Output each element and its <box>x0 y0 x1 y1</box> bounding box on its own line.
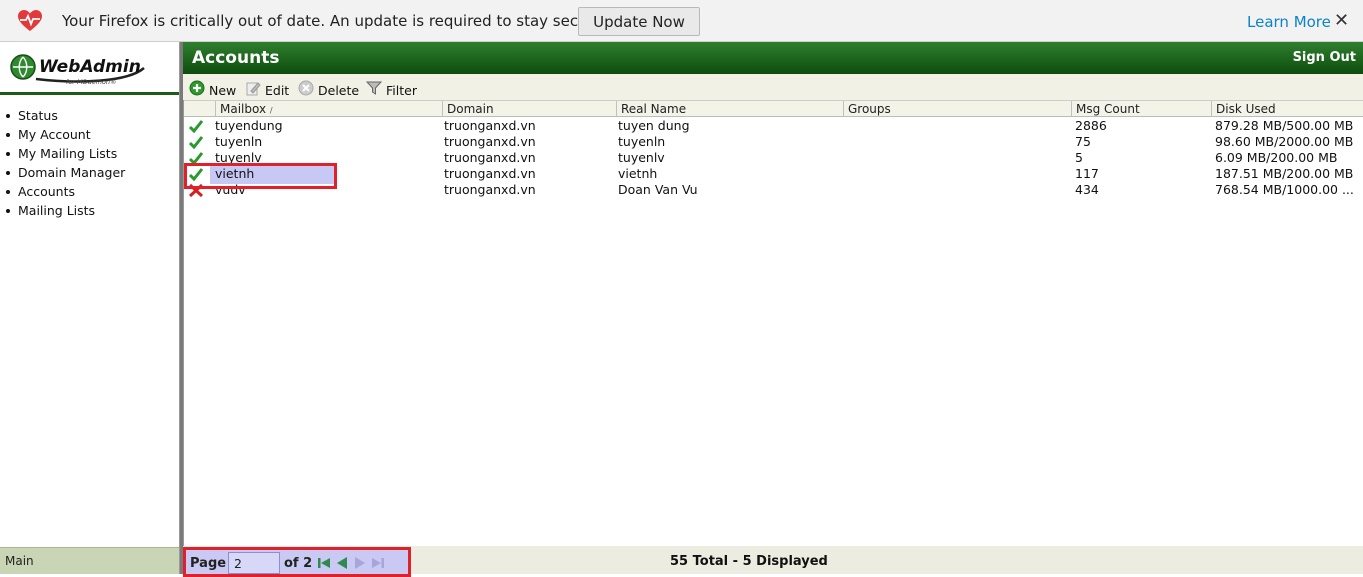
sidebar-item-my-mailing-lists[interactable]: My Mailing Lists <box>6 144 125 163</box>
edit-button[interactable]: Edit <box>245 80 290 98</box>
enabled-check-icon <box>188 120 204 134</box>
sort-asc-icon: / <box>269 106 273 115</box>
next-page-icon[interactable] <box>353 556 367 570</box>
grid-header: Mailbox / Domain Real Name Groups Msg Co… <box>184 100 1363 117</box>
cell-real-name: tuyenln <box>618 134 666 149</box>
table-row-selected[interactable]: vietnh truonganxd.vn vietnh 117 187.51 M… <box>184 166 1363 184</box>
webadmin-logo: WebAdmin for MDaemon® <box>10 54 145 86</box>
notification-message: Your Firefox is critically out of date. … <box>62 12 608 30</box>
bullet-icon <box>6 151 10 156</box>
cell-msg-count: 5 <box>1075 150 1083 165</box>
table-row[interactable]: vudv truonganxd.vn Doan Van Vu 434 768.5… <box>184 182 1363 198</box>
heart-pulse-icon <box>18 10 42 31</box>
last-page-icon[interactable] <box>371 556 385 570</box>
cell-disk-used: 187.51 MB/200.00 MB <box>1215 166 1354 181</box>
sidebar-item-my-account[interactable]: My Account <box>6 125 125 144</box>
accounts-grid: Mailbox / Domain Real Name Groups Msg Co… <box>183 100 1363 546</box>
new-label: New <box>209 82 237 98</box>
column-header-msg-count[interactable]: Msg Count <box>1072 101 1212 117</box>
main-panel: Accounts Sign Out New Edit Delete Filter… <box>183 42 1363 577</box>
edit-label: Edit <box>265 82 290 98</box>
page-count-label: of 2 <box>284 556 313 571</box>
grid-footer: Page of 2 55 Total - 5 Displayed <box>183 546 1363 577</box>
column-header-groups[interactable]: Groups <box>844 101 1072 117</box>
column-header-disk-used[interactable]: Disk Used <box>1212 101 1363 117</box>
toolbar: New Edit Delete Filter <box>183 74 1363 100</box>
cell-real-name: Doan Van Vu <box>618 182 698 197</box>
learn-more-link[interactable]: Learn More <box>1247 13 1331 31</box>
cell-real-name: vietnh <box>618 166 658 181</box>
table-row[interactable]: tuyendung truonganxd.vn tuyen dung 2886 … <box>184 118 1363 134</box>
edit-icon <box>246 82 261 96</box>
sidebar: WebAdmin for MDaemon® Status My Account … <box>0 42 180 574</box>
cell-disk-used: 6.09 MB/200.00 MB <box>1215 150 1338 165</box>
sidebar-item-status[interactable]: Status <box>6 106 125 125</box>
pagination-control: Page of 2 <box>183 547 411 577</box>
page-label: Page <box>190 556 227 571</box>
cell-real-name: tuyen dung <box>618 118 690 133</box>
annotation-highlight-box <box>184 163 337 189</box>
bullet-icon <box>6 208 10 213</box>
logo-subtext: for MDaemon® <box>66 78 117 86</box>
sidebar-item-label: Accounts <box>18 184 75 199</box>
column-header-real-name[interactable]: Real Name <box>617 101 844 117</box>
page-header: Accounts Sign Out <box>183 42 1363 74</box>
sidebar-item-label: Status <box>18 108 58 123</box>
sign-out-link[interactable]: Sign Out <box>1293 50 1356 65</box>
cell-msg-count: 434 <box>1075 182 1099 197</box>
sidebar-item-mailing-lists[interactable]: Mailing Lists <box>6 201 125 220</box>
cell-domain: truonganxd.vn <box>444 166 536 181</box>
update-now-button[interactable]: Update Now <box>578 7 700 36</box>
sidebar-item-label: Domain Manager <box>18 165 126 180</box>
cell-mailbox: tuyenln <box>215 134 263 149</box>
first-page-icon[interactable] <box>317 556 331 570</box>
bullet-icon <box>6 170 10 175</box>
cell-domain: truonganxd.vn <box>444 118 536 133</box>
sidebar-nav: Status My Account My Mailing Lists Domai… <box>6 106 125 220</box>
cell-msg-count: 117 <box>1075 166 1099 181</box>
sidebar-item-label: My Mailing Lists <box>18 146 118 161</box>
cell-domain: truonganxd.vn <box>444 150 536 165</box>
sidebar-item-accounts[interactable]: Accounts <box>6 182 125 201</box>
bullet-icon <box>6 189 10 194</box>
cell-real-name: tuyenlv <box>618 150 665 165</box>
cell-disk-used: 768.54 MB/1000.00 ... <box>1215 182 1354 197</box>
cell-msg-count: 75 <box>1075 134 1091 149</box>
new-button[interactable]: New <box>189 80 237 98</box>
sidebar-item-label: Mailing Lists <box>18 203 96 218</box>
delete-icon <box>298 80 314 96</box>
sidebar-item-label: My Account <box>18 127 91 142</box>
cell-domain: truonganxd.vn <box>444 182 536 197</box>
column-header-mailbox[interactable]: Mailbox / <box>216 101 443 117</box>
sidebar-item-domain-manager[interactable]: Domain Manager <box>6 163 125 182</box>
column-header-domain[interactable]: Domain <box>443 101 617 117</box>
cell-domain: truonganxd.vn <box>444 134 536 149</box>
filter-label: Filter <box>386 82 417 98</box>
close-icon[interactable]: ✕ <box>1334 10 1349 31</box>
page-title: Accounts <box>192 48 280 68</box>
cell-msg-count: 2886 <box>1075 118 1107 133</box>
total-count-label: 55 Total - 5 Displayed <box>670 554 828 569</box>
sidebar-divider <box>0 92 179 95</box>
cell-disk-used: 98.60 MB/2000.00 MB <box>1215 134 1354 149</box>
bullet-icon <box>6 113 10 118</box>
table-row[interactable]: tuyenln truonganxd.vn tuyenln 75 98.60 M… <box>184 134 1363 150</box>
filter-button[interactable]: Filter <box>366 80 417 98</box>
bullet-icon <box>6 132 10 137</box>
filter-icon <box>366 81 382 95</box>
cell-mailbox: tuyendung <box>215 118 283 133</box>
delete-button[interactable]: Delete <box>298 80 360 98</box>
table-row[interactable]: tuyenlv truonganxd.vn tuyenlv 5 6.09 MB/… <box>184 150 1363 166</box>
enabled-check-icon <box>188 136 204 150</box>
add-icon <box>189 80 205 96</box>
status-column-header[interactable] <box>184 101 216 117</box>
logo-text: WebAdmin <box>39 57 141 77</box>
cell-disk-used: 879.28 MB/500.00 MB <box>1215 118 1354 133</box>
previous-page-icon[interactable] <box>335 556 349 570</box>
update-notification-bar: Your Firefox is critically out of date. … <box>0 0 1363 42</box>
page-number-input[interactable] <box>228 552 280 574</box>
delete-label: Delete <box>318 82 360 98</box>
sidebar-footer-main[interactable]: Main <box>0 547 179 574</box>
